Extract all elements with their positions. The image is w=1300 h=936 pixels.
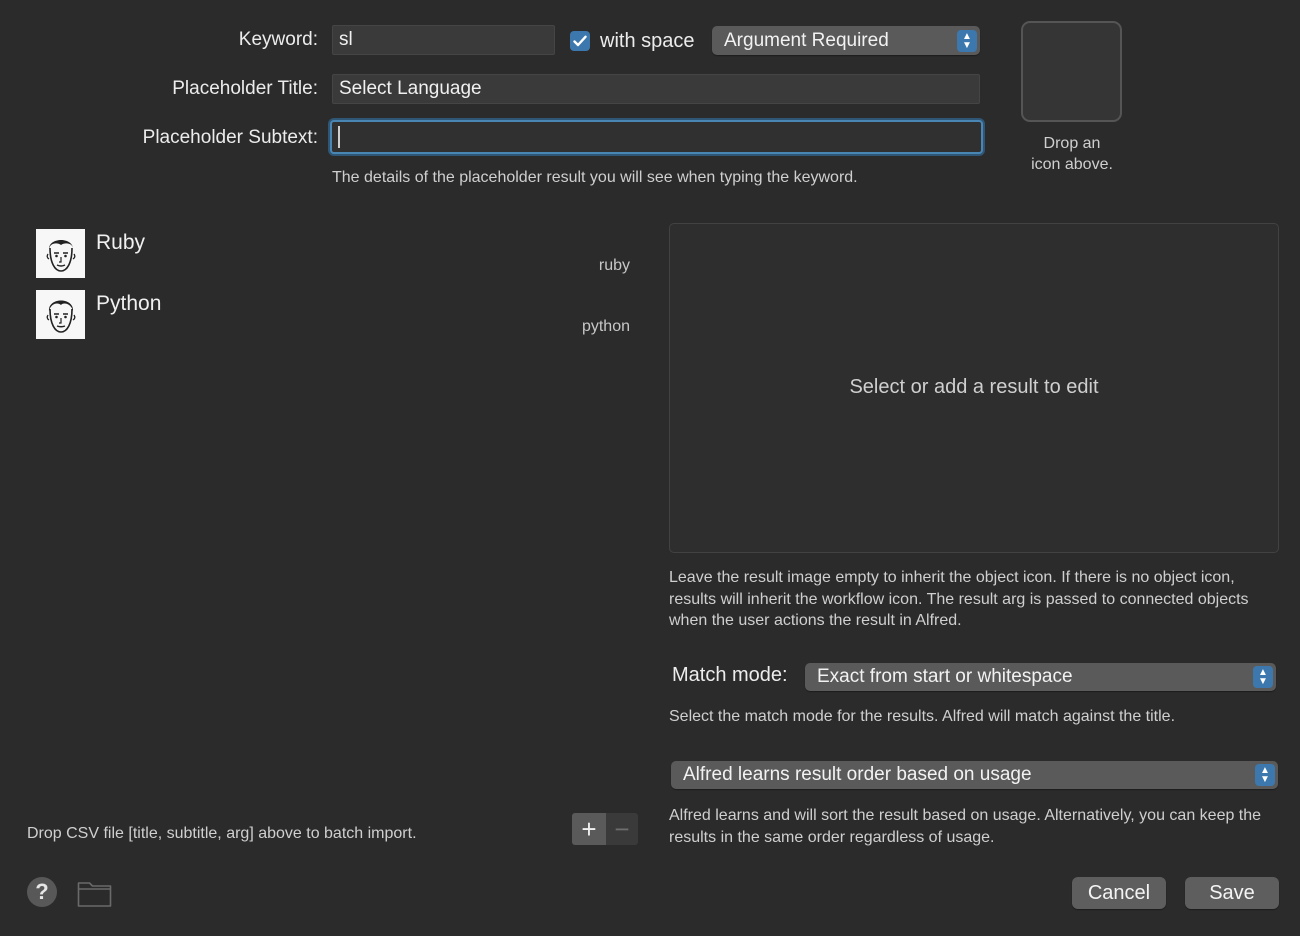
select-arrows-icon: ▲ ▼ — [1253, 666, 1273, 688]
placeholder-hint: The details of the placeholder result yo… — [332, 169, 858, 186]
add-result-button[interactable]: + — [572, 813, 606, 845]
folder-button[interactable] — [77, 878, 112, 913]
result-order-hint: Alfred learns and will sort the result b… — [669, 807, 1262, 846]
minus-icon: − — [614, 813, 630, 844]
placeholder-title-value: Select Language — [339, 78, 482, 99]
result-row-ruby[interactable]: Ruby ruby — [36, 229, 636, 279]
face-icon — [46, 300, 75, 333]
argument-mode-value: Argument Required — [724, 29, 889, 51]
result-editor-panel[interactable]: Select or add a result to edit — [669, 223, 1279, 553]
text-caret — [338, 126, 340, 148]
icon-drop-hint: Drop an icon above. — [1010, 133, 1134, 175]
keyword-value: sl — [339, 29, 353, 50]
icon-hint-line1: Drop an — [1043, 135, 1101, 152]
placeholder-title-input[interactable]: Select Language — [332, 74, 980, 104]
keyword-label: Keyword: — [238, 29, 318, 50]
placeholder-title-label: Placeholder Title: — [172, 78, 318, 99]
question-icon: ? — [35, 879, 49, 904]
keyword-input[interactable]: sl — [332, 25, 555, 55]
icon-hint-line2: icon above. — [1031, 156, 1113, 173]
with-space-label: with space — [600, 30, 695, 52]
editor-empty-message: Select or add a result to edit — [849, 375, 1099, 398]
select-arrows-icon: ▲ ▼ — [1255, 764, 1275, 786]
cancel-button[interactable]: Cancel — [1072, 877, 1166, 909]
match-mode-label: Match mode: — [672, 664, 788, 686]
plus-icon: + — [581, 813, 597, 844]
csv-import-hint: Drop CSV file [title, subtitle, arg] abo… — [27, 825, 417, 842]
icon-drop-well[interactable] — [1021, 21, 1122, 122]
help-button[interactable]: ? — [27, 877, 57, 907]
avatar — [36, 290, 85, 339]
result-order-select[interactable]: Alfred learns result order based on usag… — [671, 761, 1278, 789]
avatar — [36, 229, 85, 278]
result-title: Python — [96, 292, 162, 315]
result-image-hint: Leave the result image empty to inherit … — [669, 569, 1249, 629]
result-arg: python — [581, 318, 630, 335]
placeholder-subtext-label: Placeholder Subtext: — [142, 127, 318, 148]
folder-icon — [77, 882, 112, 907]
select-arrows-icon: ▲ ▼ — [957, 29, 977, 52]
argument-mode-select[interactable]: Argument Required ▲ ▼ — [712, 26, 980, 55]
save-button[interactable]: Save — [1185, 877, 1279, 909]
placeholder-subtext-input[interactable] — [330, 120, 983, 154]
result-order-value: Alfred learns result order based on usag… — [683, 764, 1032, 785]
result-row-python[interactable]: Python python — [36, 290, 636, 340]
match-mode-hint: Select the match mode for the results. A… — [669, 708, 1176, 725]
face-icon — [46, 239, 75, 272]
with-space-checkbox[interactable] — [570, 31, 590, 51]
result-arg: ruby — [598, 257, 630, 274]
remove-result-button[interactable]: − — [606, 813, 638, 845]
result-title: Ruby — [96, 231, 146, 254]
checkmark-icon — [573, 35, 587, 47]
match-mode-value: Exact from start or whitespace — [817, 666, 1073, 687]
match-mode-select[interactable]: Exact from start or whitespace ▲ ▼ — [805, 663, 1276, 691]
